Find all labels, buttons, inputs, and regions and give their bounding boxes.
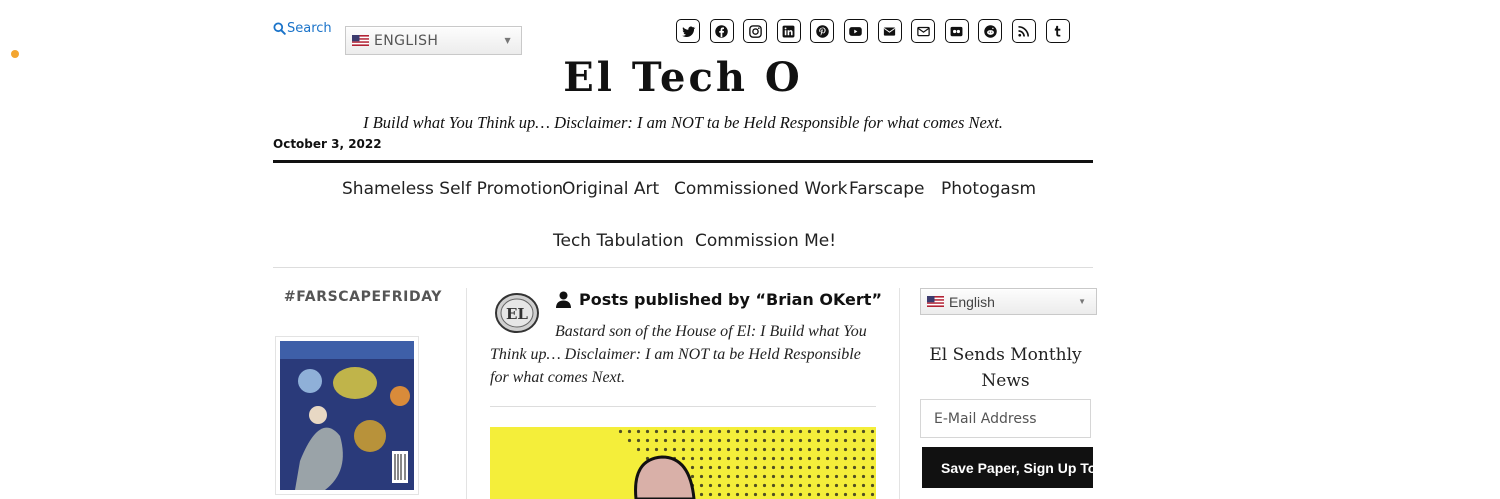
pinterest-link[interactable] <box>810 19 835 43</box>
nav-item-commissioned-work[interactable]: Commissioned Work <box>674 179 847 199</box>
email-solid-icon <box>883 26 896 36</box>
newsletter-title: El Sends Monthly News <box>929 345 1082 391</box>
site-tagline: I Build what You Think up… Disclaimer: I… <box>363 113 1003 132</box>
nav-item-shameless-self-promotion[interactable]: Shameless Self Promotion <box>342 179 563 199</box>
nav-item-photogasm[interactable]: Photogasm <box>941 179 1036 199</box>
rss-icon <box>1018 25 1030 37</box>
nav-item-tech-tabulation[interactable]: Tech Tabulation <box>553 231 684 251</box>
user-icon <box>556 291 571 308</box>
rss-link[interactable] <box>1011 19 1036 43</box>
flickr-icon <box>950 26 963 36</box>
tumblr-link[interactable] <box>1045 19 1070 43</box>
twitter-link[interactable] <box>676 19 700 43</box>
search-link[interactable]: Search <box>273 21 332 36</box>
bio-divider <box>490 406 876 407</box>
site-title[interactable]: El Tech O <box>533 54 833 101</box>
chevron-down-icon: ▼ <box>1078 297 1086 306</box>
instagram-icon <box>748 24 762 38</box>
nav-item-original-art[interactable]: Original Art <box>562 179 659 199</box>
header-divider <box>273 160 1093 163</box>
pinterest-icon <box>816 24 829 38</box>
status-dot <box>11 50 19 58</box>
reddit-link[interactable] <box>978 19 1003 43</box>
social-links <box>676 19 1070 43</box>
sidebar-language-select[interactable]: English ▼ <box>920 288 1097 315</box>
email-link[interactable] <box>877 19 902 43</box>
twitter-icon <box>681 26 695 37</box>
sidebar-language-label: English <box>949 293 995 310</box>
youtube-icon <box>849 26 863 36</box>
pop-art-image <box>490 427 876 499</box>
nav-item-commission-me[interactable]: Commission Me! <box>695 231 836 251</box>
instagram-link[interactable] <box>743 19 768 43</box>
email-field[interactable] <box>920 399 1091 438</box>
email-alt-link[interactable] <box>911 19 936 43</box>
farscape-comic-cover-image[interactable] <box>275 336 419 495</box>
sidebar-widget-title: #FARSCAPEFRIDAY <box>283 289 443 305</box>
tumblr-icon <box>1054 25 1061 36</box>
linkedin-icon <box>782 25 795 37</box>
flickr-link[interactable] <box>944 19 969 43</box>
youtube-link[interactable] <box>843 19 868 43</box>
author-heading: Posts published by “Brian OKert” <box>556 290 882 309</box>
us-flag-icon <box>927 296 944 307</box>
current-date: October 3, 2022 <box>273 137 382 151</box>
us-flag-icon <box>352 35 369 46</box>
facebook-icon <box>715 24 728 38</box>
nav-item-farscape[interactable]: Farscape <box>849 179 925 199</box>
email-outline-icon <box>916 26 930 36</box>
chevron-down-icon: ▼ <box>504 36 511 45</box>
reddit-icon <box>984 24 997 38</box>
post-featured-image[interactable] <box>490 427 876 499</box>
nav-divider <box>273 267 1093 268</box>
search-icon <box>273 22 286 35</box>
author-heading-text: Posts published by “Brian OKert” <box>579 290 882 309</box>
comic-cover-art <box>280 341 414 490</box>
language-select[interactable]: ENGLISH ▼ <box>345 26 522 55</box>
signup-button[interactable]: Save Paper, Sign Up Today <box>922 447 1093 488</box>
search-label: Search <box>287 21 332 36</box>
language-label: ENGLISH <box>374 32 439 49</box>
column-divider-right <box>899 288 900 499</box>
author-bio: Bastard son of the House of El: I Build … <box>490 323 867 386</box>
facebook-link[interactable] <box>709 19 734 43</box>
column-divider-left <box>466 288 467 499</box>
linkedin-link[interactable] <box>776 19 801 43</box>
